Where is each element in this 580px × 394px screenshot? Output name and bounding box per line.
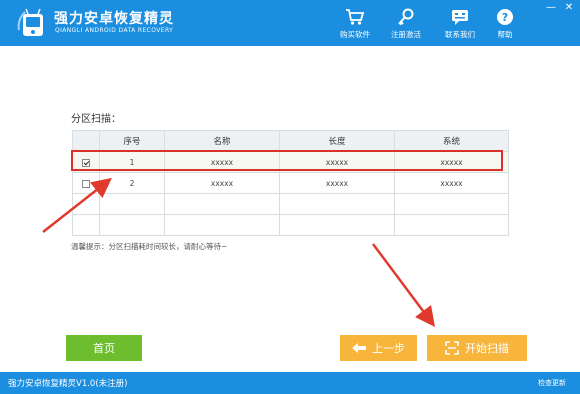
row-checkbox-cell[interactable]	[72, 151, 100, 173]
column-header-check	[72, 130, 100, 152]
nav-contact[interactable]: 联系我们	[441, 8, 479, 40]
nav-label: 帮助	[497, 30, 513, 39]
partition-table: 序号 名称 长度 系统 1 xxxxx xxxxx xxxxx 2 xxxxx …	[72, 130, 509, 236]
help-icon: ?	[497, 9, 513, 25]
start-scan-button[interactable]: 开始扫描	[427, 335, 527, 361]
cell-system: xxxxx	[394, 172, 509, 194]
cell-name: xxxxx	[164, 172, 280, 194]
close-button[interactable]: ✕	[564, 3, 574, 13]
key-icon	[398, 8, 414, 26]
status-text: 强力安卓恢复精灵V1.0(未注册)	[8, 379, 128, 389]
nav-label: 注册激活	[391, 30, 421, 39]
cell-length: xxxxx	[279, 151, 395, 173]
column-header-no: 序号	[99, 130, 165, 152]
previous-step-button[interactable]: 上一步	[340, 335, 417, 361]
table-row-empty	[72, 214, 509, 236]
check-update-link[interactable]: 检查更新	[538, 378, 566, 388]
app-logo-icon	[17, 8, 43, 36]
section-label: 分区扫描：	[71, 114, 121, 125]
scan-icon	[445, 341, 459, 355]
row-checkbox-checked[interactable]	[82, 158, 90, 167]
tip-text: 温馨提示：分区扫描耗时间较长，请耐心等待~	[71, 242, 228, 251]
nav-label: 购买软件	[340, 30, 370, 39]
cell-name: xxxxx	[164, 151, 280, 173]
window-controls: — ✕	[546, 3, 574, 13]
column-header-system: 系统	[394, 130, 509, 152]
table-row[interactable]: 1 xxxxx xxxxx xxxxx	[72, 151, 509, 173]
chat-icon	[452, 10, 468, 25]
table-row-empty	[72, 193, 509, 215]
nav-register[interactable]: 注册激活	[387, 8, 425, 40]
app-subtitle: QIANGLI ANDROID DATA RECOVERY	[55, 27, 174, 34]
table-header-row: 序号 名称 长度 系统	[72, 130, 509, 152]
previous-step-label: 上一步	[372, 342, 405, 355]
cart-icon	[346, 9, 365, 25]
row-checkbox-cell[interactable]	[72, 172, 100, 194]
home-button[interactable]: 首页	[66, 335, 142, 361]
column-header-length: 长度	[279, 130, 395, 152]
nav-buy-software[interactable]: 购买软件	[336, 8, 374, 40]
title-bar: 强力安卓恢复精灵 QIANGLI ANDROID DATA RECOVERY 购…	[0, 0, 580, 46]
cell-system: xxxxx	[394, 151, 509, 173]
svg-text:?: ?	[502, 11, 508, 24]
arrow-left-icon	[352, 343, 366, 353]
nav-label: 联系我们	[445, 30, 475, 39]
nav-help[interactable]: ? 帮助	[492, 8, 518, 40]
row-checkbox[interactable]	[82, 179, 90, 188]
cell-length: xxxxx	[279, 172, 395, 194]
minimize-button[interactable]: —	[546, 3, 556, 13]
table-row[interactable]: 2 xxxxx xxxxx xxxxx	[72, 172, 509, 194]
cell-no: 1	[99, 151, 165, 173]
status-bar: 强力安卓恢复精灵V1.0(未注册) 检查更新	[0, 372, 580, 394]
app-title: 强力安卓恢复精灵	[54, 11, 174, 27]
cell-no: 2	[99, 172, 165, 194]
arrow-to-scan-button	[371, 243, 435, 328]
home-button-label: 首页	[93, 342, 115, 355]
start-scan-label: 开始扫描	[465, 342, 509, 355]
column-header-name: 名称	[164, 130, 280, 152]
